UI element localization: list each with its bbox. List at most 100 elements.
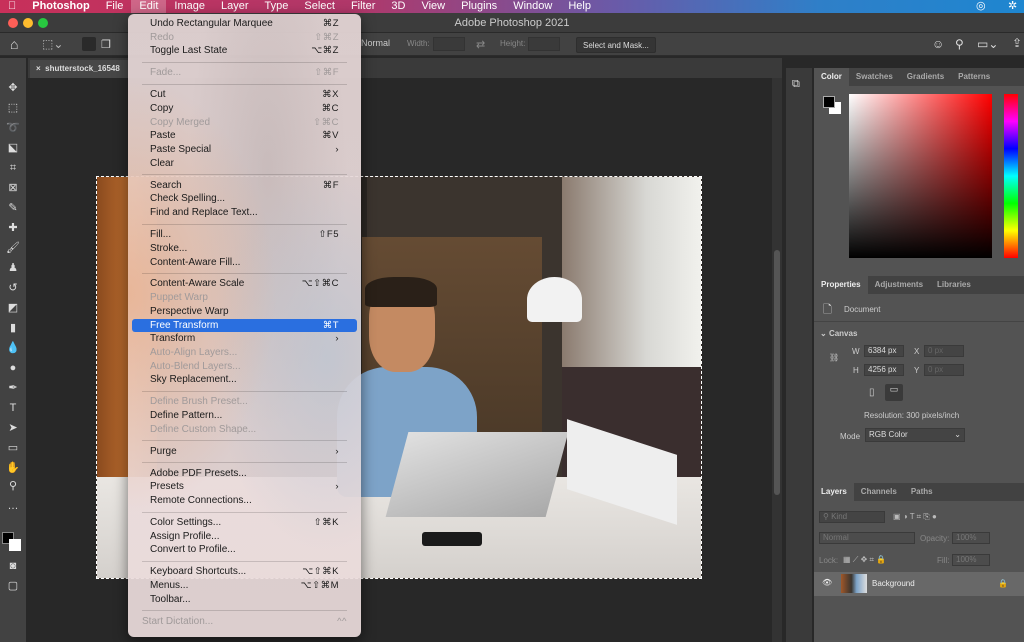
quick-mask-icon[interactable]: ◙ [4, 558, 22, 574]
menu-item-color-settings[interactable]: Color Settings... ⇧⌘K [132, 516, 357, 530]
tab-libraries[interactable]: Libraries [930, 276, 978, 294]
more-tools-icon[interactable]: … [4, 498, 22, 514]
tab-layers[interactable]: Layers [814, 483, 854, 501]
menu-item-paste-special[interactable]: Paste Special › [132, 143, 357, 157]
select-and-mask-button[interactable]: Select and Mask... [576, 37, 656, 53]
layer-row[interactable]: 👁 Background 🔒 [814, 572, 1024, 596]
clone-stamp-tool-icon[interactable]: ♟ [4, 260, 22, 276]
marquee-preset-icon[interactable]: ⬚⌄ [42, 37, 63, 51]
tab-color[interactable]: Color [814, 68, 849, 86]
brush-tool-icon[interactable]: 🖌 [4, 240, 22, 256]
share-icon[interactable]: ⇪ [1012, 36, 1022, 50]
menu-item-perspective-warp[interactable]: Perspective Warp [132, 305, 357, 319]
object-selection-tool-icon[interactable]: ⬕ [4, 140, 22, 156]
tab-channels[interactable]: Channels [854, 483, 904, 501]
menu-help[interactable]: Help [560, 0, 599, 13]
dodge-tool-icon[interactable]: ● [4, 360, 22, 376]
swap-icon[interactable]: ⇄ [476, 38, 485, 51]
style-select[interactable]: Normal [361, 38, 390, 48]
height-field[interactable]: 4256 px [864, 364, 904, 376]
fill-field[interactable]: 100% [952, 554, 990, 566]
document-tab[interactable]: × shutterstock_16548 [30, 60, 130, 78]
menu-item-check-spelling[interactable]: Check Spelling... [132, 192, 357, 206]
menu-image[interactable]: Image [166, 0, 213, 13]
mode-select[interactable]: RGB Color ⌄ [865, 428, 965, 442]
y-field[interactable]: 0 px [924, 364, 964, 376]
status-icon[interactable]: ◎ [976, 0, 986, 13]
frame-tool-icon[interactable]: ⊠ [4, 180, 22, 196]
menu-item-undo-rectangular-marquee[interactable]: Undo Rectangular Marquee ⌘Z [132, 17, 357, 31]
lock-icon[interactable]: 🔒 [998, 579, 1008, 588]
tab-properties[interactable]: Properties [814, 276, 868, 294]
pen-tool-icon[interactable]: ✒ [4, 380, 22, 396]
portrait-orientation-icon[interactable]: ▯ [869, 387, 875, 398]
tab-swatches[interactable]: Swatches [849, 68, 900, 86]
hand-tool-icon[interactable]: ✋ [4, 460, 22, 476]
hue-slider[interactable] [1004, 94, 1018, 258]
menu-layer[interactable]: Layer [213, 0, 257, 13]
vertical-scroll-thumb[interactable] [774, 250, 780, 495]
menu-item-convert-to-profile[interactable]: Convert to Profile... [132, 543, 357, 557]
menu-item-stroke[interactable]: Stroke... [132, 242, 357, 256]
menu-item-sky-replacement[interactable]: Sky Replacement... [132, 373, 357, 387]
menu-item-free-transform[interactable]: Free Transform ⌘T [132, 318, 357, 333]
rectangle-tool-icon[interactable]: ▭ [4, 440, 22, 456]
healing-brush-tool-icon[interactable]: ✚ [4, 220, 22, 236]
home-icon[interactable]: ⌂ [10, 36, 18, 52]
search-icon[interactable]: ⚲ [955, 37, 964, 51]
layer-filter-icons[interactable]: ▣ ◑ T ⌗ ⎘ ● [893, 512, 937, 522]
menu-select[interactable]: Select [296, 0, 343, 13]
menu-item-clear[interactable]: Clear [132, 157, 357, 171]
width-input[interactable] [433, 37, 465, 51]
blur-tool-icon[interactable]: 💧 [4, 340, 22, 356]
path-selection-tool-icon[interactable]: ➤ [4, 420, 22, 436]
type-tool-icon[interactable]: T [4, 400, 22, 416]
close-tab-icon[interactable]: × [36, 64, 41, 73]
menu-item-adobe-pdf-presets[interactable]: Adobe PDF Presets... [132, 467, 357, 481]
menu-item-paste[interactable]: Paste ⌘V [132, 129, 357, 143]
menu-3d[interactable]: 3D [383, 0, 413, 13]
status-icon[interactable]: ✲ [1008, 0, 1017, 13]
menu-item-content-aware-scale[interactable]: Content-Aware Scale ⌥⇧⌘C [132, 277, 357, 291]
workspace-icon[interactable]: ▭⌄ [977, 37, 998, 51]
menu-plugins[interactable]: Plugins [453, 0, 505, 13]
menu-item-toolbar[interactable]: Toolbar... [132, 593, 357, 607]
eraser-tool-icon[interactable]: ◩ [4, 300, 22, 316]
layer-filter-select[interactable]: ⚲ Kind [819, 511, 885, 523]
menu-item-keyboard-shortcuts[interactable]: Keyboard Shortcuts... ⌥⇧⌘K [132, 565, 357, 579]
history-panel-icon[interactable]: ⧉ [792, 78, 800, 91]
menu-item-define-pattern[interactable]: Define Pattern... [132, 409, 357, 423]
menu-item-find-and-replace-text[interactable]: Find and Replace Text... [132, 206, 357, 220]
menu-filter[interactable]: Filter [343, 0, 383, 13]
x-field[interactable]: 0 px [924, 345, 964, 357]
background-color-swatch[interactable] [9, 539, 21, 551]
add-selection-icon[interactable]: ❐ [101, 38, 111, 51]
crop-tool-icon[interactable]: ⌗ [4, 160, 22, 176]
menu-edit[interactable]: Edit [131, 0, 167, 13]
link-icon[interactable]: ⛓ [829, 353, 839, 362]
canvas-section-header[interactable]: ⌄ Canvas [820, 329, 857, 338]
menu-window[interactable]: Window [505, 0, 560, 13]
menu-item-assign-profile[interactable]: Assign Profile... [132, 530, 357, 544]
tab-gradients[interactable]: Gradients [900, 68, 951, 86]
screen-mode-icon[interactable]: ▢ [4, 578, 22, 594]
width-field[interactable]: 6384 px [864, 345, 904, 357]
share-user-icon[interactable]: ☺ [932, 37, 944, 51]
tab-paths[interactable]: Paths [904, 483, 940, 501]
lasso-tool-icon[interactable]: ➰ [4, 120, 22, 136]
eyedropper-tool-icon[interactable]: ✎ [4, 200, 22, 216]
rectangular-marquee-tool-icon[interactable]: ⬚ [4, 100, 22, 116]
tab-patterns[interactable]: Patterns [951, 68, 997, 86]
color-foreground-swatch[interactable] [823, 96, 835, 108]
lock-icons[interactable]: ▦ ⟋ ✥ ⌗ 🔒 [843, 555, 886, 565]
visibility-eye-icon[interactable]: 👁 [822, 578, 832, 587]
menu-item-purge[interactable]: Purge › [132, 445, 357, 459]
new-selection-icon[interactable] [82, 37, 96, 51]
move-tool-icon[interactable]: ✥ [4, 80, 22, 96]
tab-adjustments[interactable]: Adjustments [868, 276, 930, 294]
height-input[interactable] [528, 37, 560, 51]
landscape-orientation-icon[interactable]: ▭ [885, 384, 903, 401]
menu-photoshop[interactable]: Photoshop [24, 0, 97, 13]
gradient-tool-icon[interactable]: ▮ [4, 320, 22, 336]
color-field[interactable] [849, 94, 992, 258]
